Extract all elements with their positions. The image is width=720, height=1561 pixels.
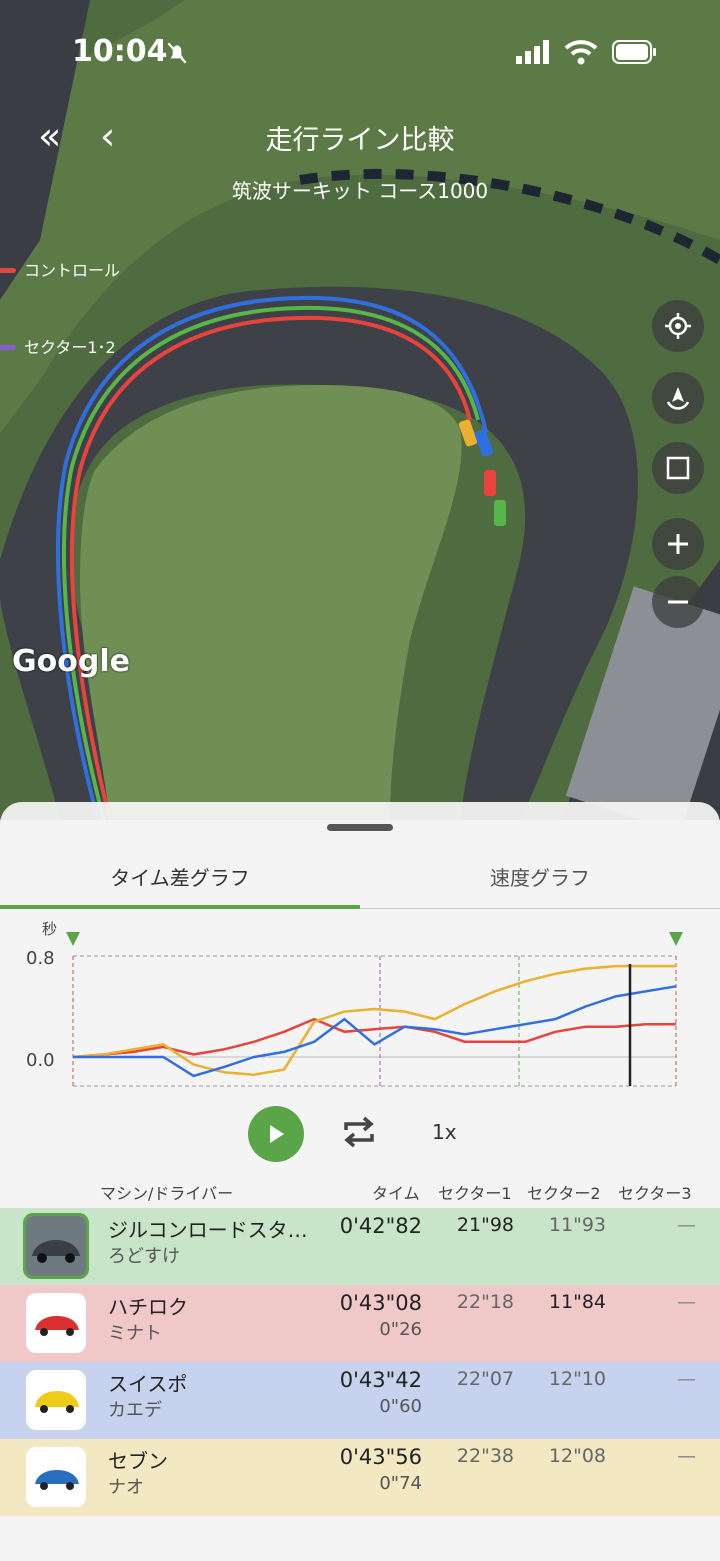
sector2-time: 11"93 <box>548 1214 606 1236</box>
silent-bell-icon <box>167 42 187 64</box>
car-icon <box>26 1216 86 1276</box>
col-sector3: セクター3 <box>618 1184 692 1203</box>
machine-name: ハチロク <box>108 1295 188 1319</box>
lap-time: 0'42"82 <box>339 1214 422 1238</box>
sector1-time: 22"38 <box>456 1445 514 1467</box>
tab-speed-graph[interactable]: 速度グラフ <box>360 854 720 908</box>
navigation-bar: « ‹ 走行ライン比較 <box>0 108 720 168</box>
sector2-time: 12"08 <box>548 1445 606 1467</box>
series-line-2 <box>73 985 677 1078</box>
machine-name: ジルコンロードスタ… <box>108 1218 308 1242</box>
legend-label: コントロール <box>24 260 121 280</box>
bottom-sheet: タイム差グラフ 速度グラフ 秒 0.8 0.0 1x マシン/ドライバー タイム… <box>0 802 720 1561</box>
google-logo: Google <box>12 644 130 679</box>
tab-label: 速度グラフ <box>490 866 590 890</box>
chart-svg: 秒 0.8 0.0 <box>26 920 683 1087</box>
y-tick-label: 0.0 <box>26 1050 55 1071</box>
driver-name: ナオ <box>108 1477 144 1498</box>
plus-icon <box>668 534 688 554</box>
legend-item-sector: セクター1･2 <box>0 309 704 386</box>
legend-label: セクター1･2 <box>24 337 116 357</box>
lap-time: 0'43"56 <box>339 1445 422 1469</box>
crosshair-icon <box>665 313 691 339</box>
machine-name: スイスポ <box>108 1372 188 1396</box>
status-bar: 10:04 <box>0 0 720 100</box>
loop-button[interactable] <box>340 1112 378 1152</box>
driver-name: ミナト <box>108 1323 162 1344</box>
end-marker-icon <box>669 932 683 946</box>
playback-speed[interactable]: 1x <box>432 1120 457 1144</box>
table-row[interactable]: スイスポ カエデ 0'43"42 0"60 22"07 12"10 — <box>0 1362 720 1439</box>
active-tab-indicator <box>0 905 360 909</box>
tab-time-diff-graph[interactable]: タイム差グラフ <box>0 854 360 909</box>
minus-icon <box>668 600 688 604</box>
col-sector1: セクター1 <box>438 1184 512 1203</box>
map-type-button[interactable] <box>652 442 704 494</box>
time-diff-chart[interactable]: 秒 0.8 0.0 <box>0 914 720 1104</box>
sector3-time: — <box>677 1291 696 1313</box>
sector1-time: 22"07 <box>456 1368 514 1390</box>
zoom-in-button[interactable] <box>652 518 704 570</box>
page-title: 走行ライン比較 <box>265 125 455 156</box>
sector1-time: 21"98 <box>456 1214 514 1236</box>
machine-name: セブン <box>108 1449 168 1473</box>
sector1-time: 22"18 <box>456 1291 514 1313</box>
wifi-icon <box>564 40 598 65</box>
sector3-time: — <box>677 1368 696 1390</box>
compass-icon <box>666 387 690 410</box>
col-sector2: セクター2 <box>527 1184 601 1203</box>
lap-time: 0'43"08 <box>339 1291 422 1315</box>
sheet-drag-handle[interactable] <box>327 824 393 831</box>
car-thumbnail <box>26 1370 86 1430</box>
zoom-out-button[interactable] <box>652 576 704 628</box>
series-line-0 <box>72 1017 676 1059</box>
play-button[interactable] <box>248 1106 304 1162</box>
battery-icon <box>612 40 656 64</box>
legend-swatch <box>0 268 16 273</box>
clock: 10:04 <box>72 34 168 69</box>
time-gap: 0"74 <box>379 1473 422 1494</box>
locate-button[interactable] <box>652 300 704 352</box>
table-row[interactable]: セブン ナオ 0'43"56 0"74 22"38 12"08 — <box>0 1439 720 1516</box>
driver-name: カエデ <box>108 1400 162 1421</box>
car-icon <box>35 1316 79 1336</box>
table-row[interactable]: ジルコンロードスタ… ろどすけ 0'42"82 21"98 11"93 — <box>0 1208 720 1285</box>
table-row[interactable]: ハチロク ミナト 0'43"08 0"26 22"18 11"84 — <box>0 1285 720 1362</box>
lap-table: ジルコンロードスタ… ろどすけ 0'42"82 21"98 11"93 — ハチ… <box>0 1208 720 1516</box>
time-gap: 0"60 <box>379 1396 422 1417</box>
car-thumbnail <box>26 1447 86 1507</box>
car-thumbnail <box>23 1213 89 1279</box>
start-marker-icon <box>66 932 80 946</box>
y-tick-label: 0.8 <box>26 948 55 969</box>
col-time: タイム <box>372 1184 420 1203</box>
map-legend: コントロール セクター1･2 <box>0 232 704 386</box>
sector3-time: — <box>677 1214 696 1236</box>
legend-item-control: コントロール <box>0 232 704 309</box>
course-name: 筑波サーキット コース1000 <box>231 179 489 203</box>
driver-name: ろどすけ <box>108 1246 180 1267</box>
car-thumbnail <box>26 1293 86 1353</box>
square-icon <box>666 456 690 480</box>
sector2-time: 11"84 <box>548 1291 606 1313</box>
play-icon <box>270 1125 284 1143</box>
col-machine: マシン/ドライバー <box>100 1184 234 1203</box>
cellular-signal-icon <box>516 40 549 64</box>
table-header: マシン/ドライバー タイム セクター1 セクター2 セクター3 <box>0 1178 720 1204</box>
compass-button[interactable] <box>652 372 704 424</box>
tab-bar: タイム差グラフ 速度グラフ <box>0 854 720 909</box>
y-unit-label: 秒 <box>42 920 57 938</box>
playback-controls: 1x <box>0 1102 720 1166</box>
time-gap: 0"26 <box>379 1319 422 1340</box>
car-icon <box>35 1470 79 1490</box>
legend-swatch <box>0 345 16 350</box>
tab-label: タイム差グラフ <box>110 866 250 890</box>
lap-time: 0'43"42 <box>339 1368 422 1392</box>
sector2-time: 12"10 <box>548 1368 606 1390</box>
sector3-time: — <box>677 1445 696 1467</box>
series-layer <box>72 964 677 1078</box>
car-icon <box>35 1391 79 1413</box>
